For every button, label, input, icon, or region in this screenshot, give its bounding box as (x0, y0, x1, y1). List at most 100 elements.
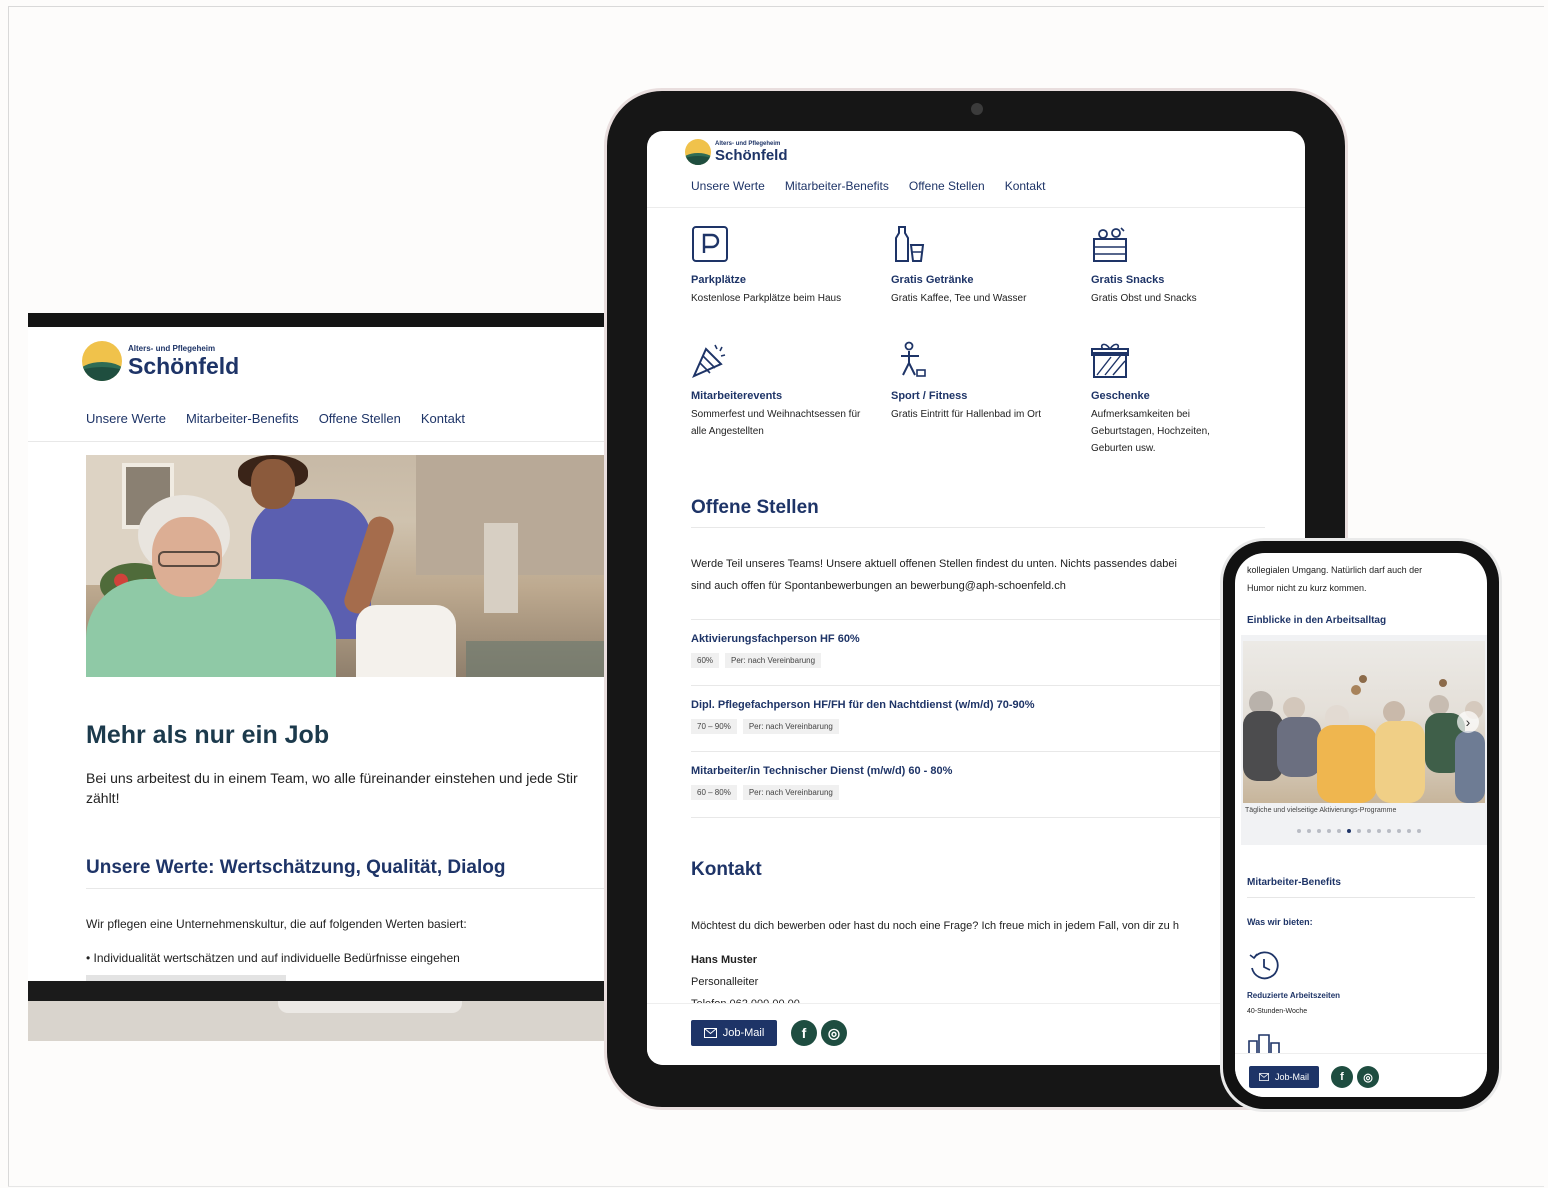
divider (691, 751, 1265, 752)
benefit-desc: 40-Stunden-Woche (1247, 1008, 1308, 1015)
benefit-desc: Gratis Kaffee, Tee und Wasser (891, 293, 1027, 304)
carousel-dots (1297, 829, 1421, 833)
divider (1247, 897, 1475, 898)
mail-icon (703, 1028, 717, 1038)
main-nav: Unsere Werte Mitarbeiter-Benefits Offene… (691, 179, 1045, 193)
hero-intro: Bei uns arbeitest du in einem Team, wo a… (86, 770, 578, 786)
nav-item-kontakt[interactable]: Kontakt (421, 411, 465, 426)
snacks-icon (1093, 227, 1127, 262)
carousel-dot[interactable] (1357, 829, 1361, 833)
tablet-screen: Alters- und Pflegeheim Schönfeld Unsere … (647, 131, 1305, 1065)
benefit-card: Gratis Getränke Gratis Kaffee, Tee und W… (891, 225, 1071, 307)
text-line: Humor nicht zu kurz kommen. (1247, 583, 1367, 593)
benefit-desc: Aufmerksamkeiten bei Geburtstagen, Hochz… (1091, 409, 1210, 454)
instagram-icon[interactable]: ◎ (1357, 1066, 1379, 1088)
site-logo[interactable]: Alters- und Pflegeheim Schönfeld (685, 139, 788, 165)
benefit-card: Parkplätze Kostenlose Parkplätze beim Ha… (691, 225, 871, 307)
camera-icon (971, 103, 983, 115)
mockup-stage: Alters- und Pflegeheim Schönfeld Unsere … (0, 0, 1548, 1188)
carousel-next-button[interactable]: › (1457, 711, 1479, 733)
building-icon (1248, 1034, 1280, 1053)
laptop-chin (28, 981, 628, 1001)
divider (86, 888, 628, 889)
logo-name: Schönfeld (128, 352, 240, 379)
job-link[interactable]: Aktivierungsfachperson HF 60% (691, 633, 860, 645)
values-bullet-text: Individualität wertschätzen und auf indi… (93, 951, 460, 965)
contact-role: Personalleiter (691, 976, 759, 988)
job-tags: 60% Per: nach Vereinbarung (691, 653, 822, 668)
divider (28, 441, 628, 442)
benefit-desc: Gratis Obst und Snacks (1091, 293, 1197, 304)
carousel-dot[interactable] (1407, 829, 1411, 833)
laptop-screen: Alters- und Pflegeheim Schönfeld Unsere … (28, 327, 628, 981)
logo-tagline: Alters- und Pflegeheim (128, 343, 216, 353)
offer-heading: Was wir bieten: (1247, 917, 1313, 927)
carousel-dot[interactable] (1317, 829, 1321, 833)
job-mail-label: Job-Mail (1274, 1072, 1309, 1082)
laptop-device: Alters- und Pflegeheim Schönfeld Unsere … (28, 313, 628, 1043)
frame-border (8, 6, 9, 1186)
hero-headline: Mehr als nur ein Job (86, 721, 330, 749)
job-mail-label: Job-Mail (722, 1027, 765, 1039)
frame-border (8, 1186, 1544, 1187)
job-mail-button[interactable]: Job-Mail (691, 1020, 777, 1046)
benefit-card: Gratis Snacks Gratis Obst und Snacks (1091, 225, 1271, 307)
facebook-icon[interactable]: f (791, 1020, 817, 1046)
nav-item-benefits[interactable]: Mitarbeiter-Benefits (186, 411, 299, 426)
party-icon (692, 344, 726, 378)
carousel-dot[interactable] (1327, 829, 1331, 833)
phone-screen: kollegialen Umgang. Natürlich darf auch … (1235, 553, 1487, 1097)
benefits-heading: Mitarbeiter-Benefits (1247, 877, 1341, 888)
benefit-title: Reduzierte Arbeitszeiten (1247, 991, 1341, 1000)
logo-emblem-icon (82, 341, 122, 381)
nav-item-kontakt[interactable]: Kontakt (1005, 179, 1046, 193)
gallery-heading: Einblicke in den Arbeitsalltag (1247, 615, 1387, 626)
sticky-footer: Job-Mail f ◎ (1235, 1053, 1487, 1097)
carousel-dot[interactable] (1417, 829, 1421, 833)
logo-emblem-icon (685, 139, 711, 165)
main-nav: Unsere Werte Mitarbeiter-Benefits Offene… (86, 411, 465, 426)
nav-item-stellen[interactable]: Offene Stellen (909, 179, 985, 193)
mail-icon (1258, 1073, 1269, 1081)
benefit-title: Gratis Getränke (891, 274, 974, 286)
instagram-icon[interactable]: ◎ (821, 1020, 847, 1046)
carousel-dot[interactable] (1397, 829, 1401, 833)
carousel-dot[interactable] (1297, 829, 1301, 833)
nav-item-stellen[interactable]: Offene Stellen (319, 411, 401, 426)
benefit-title: Geschenke (1091, 390, 1150, 402)
carousel-dot[interactable] (1337, 829, 1341, 833)
phone-device: kollegialen Umgang. Natürlich darf auch … (1220, 538, 1502, 1112)
job-tag: 60 – 80% (691, 785, 737, 800)
benefit-card: Mitarbeiterevents Sommerfest und Weihnac… (691, 341, 871, 440)
fitness-icon (901, 341, 926, 377)
facebook-icon[interactable]: f (1331, 1066, 1353, 1088)
sticky-footer: Job-Mail f ◎ (647, 1003, 1305, 1065)
clock-icon (1249, 951, 1279, 980)
job-tag: Per: nach Vereinbarung (742, 719, 839, 734)
carousel-caption: Tägliche und vielseitige Aktivierungs-Pr… (1245, 807, 1397, 814)
benefit-desc: Sommerfest und Weihnachtsessen für alle … (691, 409, 861, 437)
job-link[interactable]: Mitarbeiter/in Technischer Dienst (m/w/d… (691, 765, 952, 777)
image-carousel: › Tägliche und vielseitige Aktivierungs-… (1241, 635, 1487, 845)
benefit-card: Geschenke Aufmerksamkeiten bei Geburtsta… (1091, 341, 1271, 457)
carousel-image[interactable]: › (1243, 641, 1485, 803)
hero-intro-cont: zählt! (86, 790, 120, 806)
carousel-dot[interactable] (1307, 829, 1311, 833)
benefit-title: Gratis Snacks (1091, 274, 1165, 286)
carousel-dot[interactable] (1367, 829, 1371, 833)
instagram-glyph: ◎ (827, 1024, 841, 1041)
jobs-intro-cont: sind auch offen für Spontanbewerbungen a… (691, 580, 1066, 592)
hero-photo (86, 455, 628, 677)
contact-name: Hans Muster (691, 954, 758, 966)
job-mail-button[interactable]: Job-Mail (1249, 1066, 1319, 1088)
site-logo[interactable]: Alters- und Pflegeheim Schönfeld (82, 341, 239, 381)
job-link[interactable]: Dipl. Pflegefachperson HF/FH für den Nac… (691, 699, 1035, 711)
carousel-dot[interactable] (1387, 829, 1391, 833)
nav-item-benefits[interactable]: Mitarbeiter-Benefits (785, 179, 889, 193)
carousel-dot[interactable] (1377, 829, 1381, 833)
nav-item-werte[interactable]: Unsere Werte (691, 179, 765, 193)
nav-item-werte[interactable]: Unsere Werte (86, 411, 166, 426)
benefit-desc: Kostenlose Parkplätze beim Haus (691, 293, 842, 304)
carousel-dot[interactable] (1347, 829, 1351, 833)
divider (647, 207, 1305, 208)
